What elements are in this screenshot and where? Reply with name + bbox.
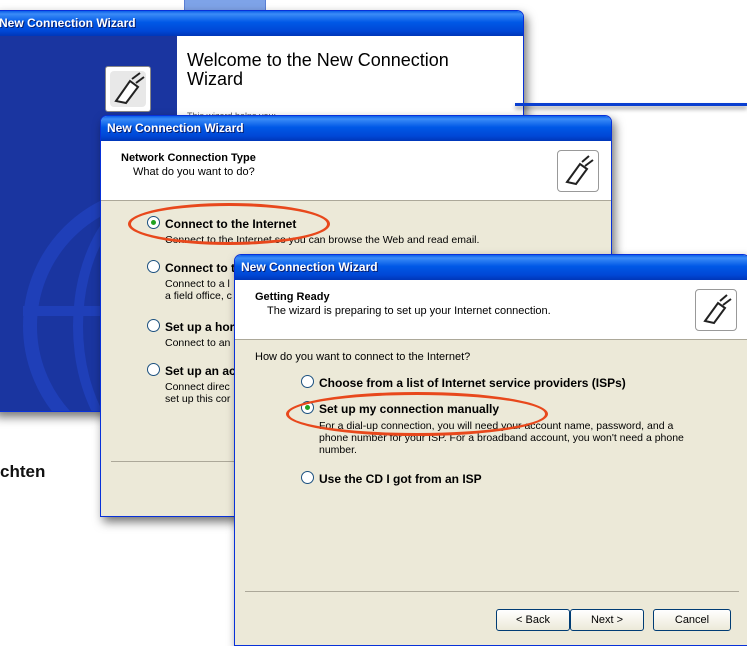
side-label: chten [0,462,46,481]
header-title: Network Connection Type [121,152,256,164]
radio-icon[interactable] [147,260,160,273]
highlight-circle [128,203,330,245]
separator [245,591,739,592]
option-isp-cd[interactable]: Use the CD I got from an ISP [301,471,482,486]
getting-ready-window: New Connection Wizard Getting Ready The … [234,254,747,646]
wizard-header: Network Connection Type What do you want… [101,141,611,201]
option-connect-network[interactable]: Connect to t [147,260,235,275]
option-isp-list[interactable]: Choose from a list of Internet service p… [301,375,626,390]
radio-icon[interactable] [147,319,160,332]
option-description: Connect direc set up this cor [165,381,231,405]
next-button[interactable]: Next > [570,609,644,631]
window-title: New Connection Wizard [101,116,611,141]
header-subtitle: The wizard is preparing to set up your I… [267,305,551,317]
cancel-button[interactable]: Cancel [653,609,731,631]
window-title: New Connection Wizard [235,255,747,280]
header-subtitle: What do you want to do? [133,166,255,178]
back-button[interactable]: < Back [496,609,570,631]
network-plug-icon [695,289,737,331]
option-description: Connect to an [165,337,231,349]
window-title: New Connection Wizard [0,11,523,36]
highlight-circle [286,392,548,436]
network-plug-icon [105,66,151,112]
welcome-heading: Welcome to the New Connection Wizard [187,50,449,89]
option-home-network[interactable]: Set up a hor [147,319,234,334]
radio-icon[interactable] [301,471,314,484]
option-advanced[interactable]: Set up an ac [147,363,236,378]
option-description: Connect to a l a field office, c [165,278,232,302]
question-text: How do you want to connect to the Intern… [255,351,471,363]
radio-icon[interactable] [301,375,314,388]
window-edge [515,103,747,106]
wizard-header: Getting Ready The wizard is preparing to… [235,280,747,340]
network-plug-icon [557,150,599,192]
header-title: Getting Ready [255,291,330,303]
radio-icon[interactable] [147,363,160,376]
